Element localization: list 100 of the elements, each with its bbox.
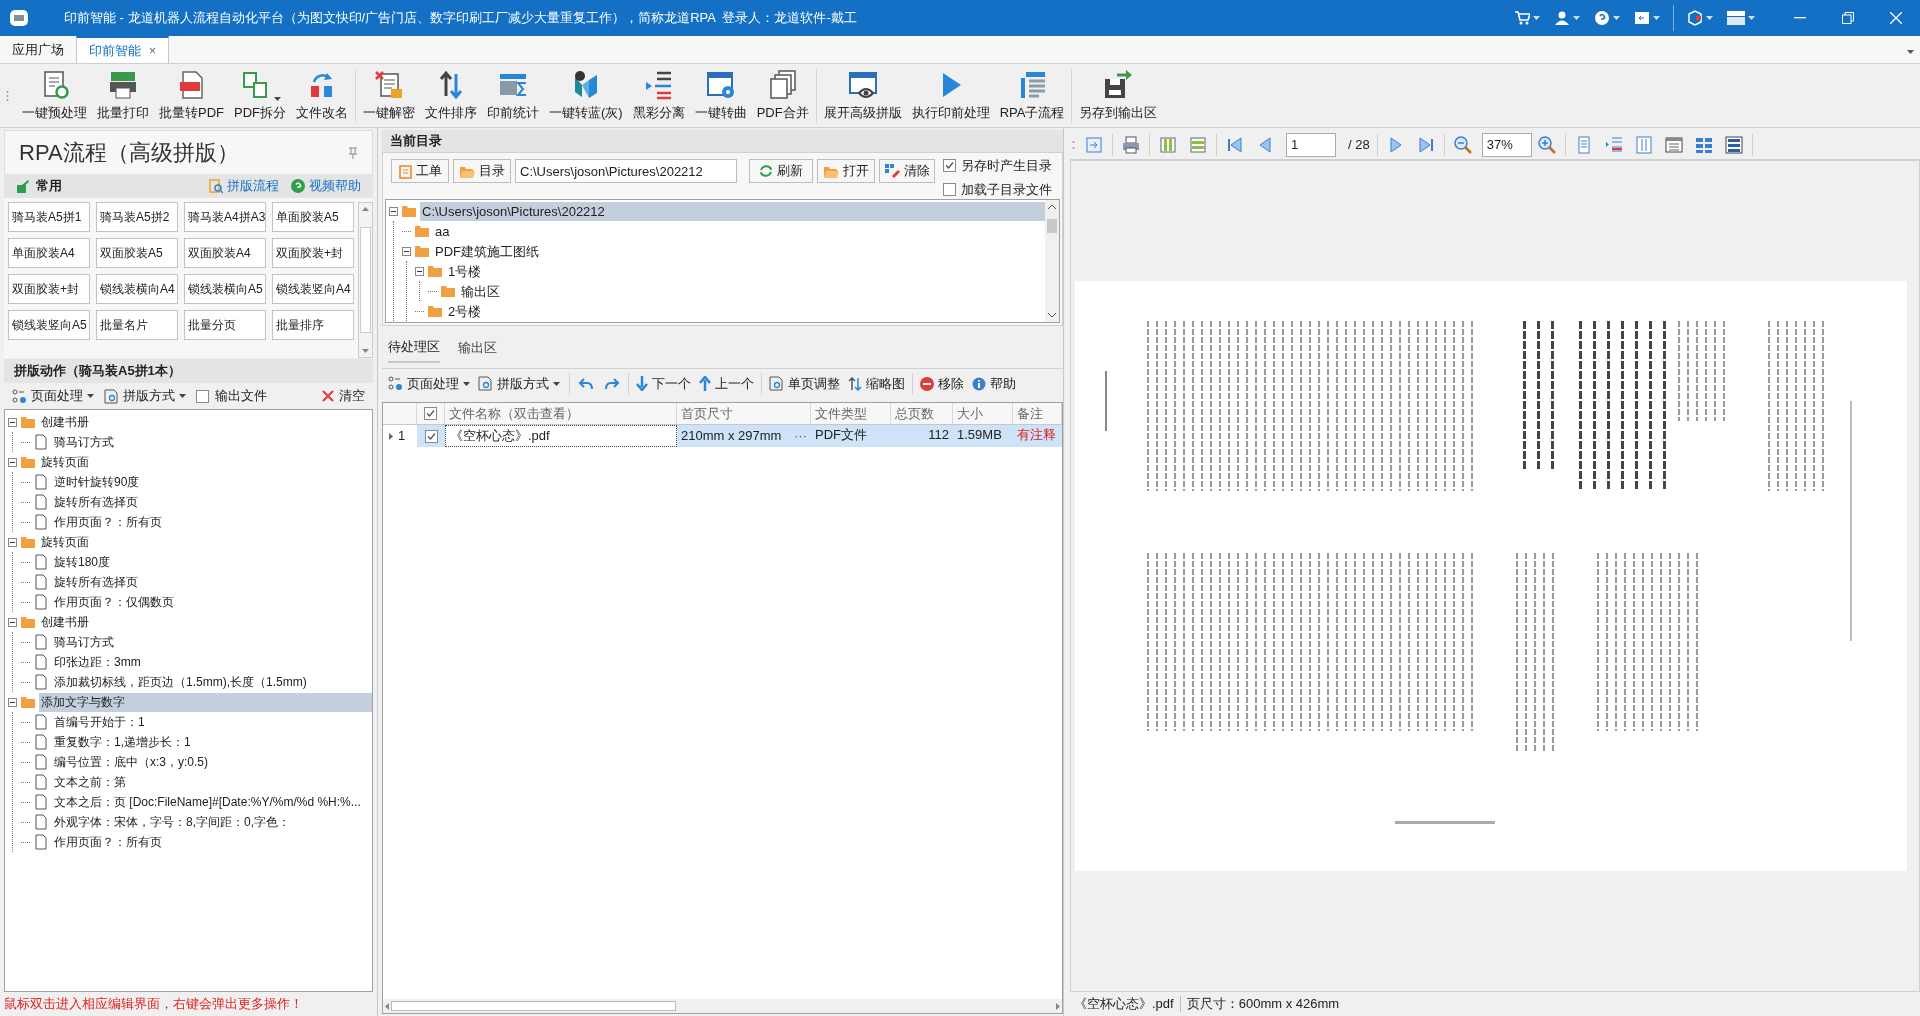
collapse-toggle[interactable] <box>402 246 411 256</box>
preset-button[interactable]: 锁线装竖向A5 <box>8 310 90 340</box>
preset-button[interactable]: 单面胶装A5 <box>272 202 354 232</box>
checkbox[interactable] <box>196 389 209 403</box>
tree-item[interactable]: aa <box>433 221 452 241</box>
preset-button[interactable]: 锁线装横向A5 <box>184 274 266 304</box>
skin-menu[interactable] <box>1727 11 1755 25</box>
window-menu[interactable] <box>1634 10 1660 26</box>
preset-button[interactable]: 骑马装A4拼A3 <box>184 202 266 232</box>
file-row[interactable]: 1 《空杯心态》.pdf 210mm x 297mm ··· PDF文件 112 1.59MB 有注释 <box>383 425 1062 447</box>
path-field[interactable]: C:\Users\joson\Pictures\202212 <box>515 159 737 183</box>
help-menu[interactable] <box>1594 10 1620 26</box>
ribbon-button[interactable]: 一键转蓝(灰) <box>544 65 628 126</box>
scroll-down-icon[interactable] <box>362 349 369 353</box>
ribbon-button[interactable]: 一键转曲 <box>689 65 752 126</box>
page-processing-menu[interactable]: 页面处理 <box>12 386 94 406</box>
tree-item[interactable]: C:\Users\joson\Pictures\202212 <box>420 201 1045 221</box>
scroll-right-icon[interactable] <box>1056 1002 1060 1010</box>
ribbon-button[interactable]: 一键解密 <box>358 65 420 126</box>
area-tab[interactable]: 待处理区 <box>388 333 440 363</box>
tree-item[interactable]: 添加裁切标线，距页边（1.5mm),长度（1.5mm) <box>52 672 309 692</box>
column-header[interactable]: 文件类型 <box>811 403 891 424</box>
ribbon-button[interactable]: 印前统计 <box>482 65 544 126</box>
ribbon-button[interactable]: 文件排序 <box>420 65 482 126</box>
scroll-up-icon[interactable] <box>1048 204 1056 209</box>
tree-item[interactable]: 逆时针旋转90度 <box>52 472 142 492</box>
tree-item[interactable]: 文本之后：页 [Doc:FileName]#[Date:%Y/%m/%d %H:%... <box>52 792 363 812</box>
tree-item[interactable]: 旋转页面 <box>39 532 91 552</box>
more-button[interactable]: ··· <box>790 426 811 446</box>
tree-item[interactable]: 重复数字：1,递增步长：1 <box>52 732 193 752</box>
column-header[interactable]: 备注 <box>1013 403 1062 424</box>
clear-button[interactable]: 清除 <box>879 159 935 183</box>
refresh-button[interactable]: 刷新 <box>749 159 813 183</box>
close-tab-button[interactable]: × <box>149 41 156 60</box>
preset-button[interactable]: 骑马装A5拼1 <box>8 202 90 232</box>
tree-item[interactable]: 创建书册 <box>39 612 91 632</box>
scrollbar[interactable] <box>358 202 373 358</box>
collapse-toggle[interactable] <box>8 617 17 627</box>
checkbox[interactable] <box>424 429 438 443</box>
preset-button[interactable]: 双面胶装+封 <box>8 274 90 304</box>
preset-button[interactable]: 锁线装竖向A4 <box>272 274 354 304</box>
tree-item[interactable]: 文本之前：第 <box>52 772 128 792</box>
remove-button[interactable]: 移除 <box>916 373 968 394</box>
user-menu[interactable] <box>1554 10 1580 26</box>
layout-flow-link[interactable]: 拼版流程 <box>209 176 279 196</box>
tree-item[interactable]: PDF建筑施工图纸 <box>433 241 541 261</box>
ribbon-button[interactable]: 批量转PDF <box>154 65 229 126</box>
collapse-toggle[interactable] <box>8 417 17 427</box>
preset-button[interactable]: 双面胶装A5 <box>96 238 178 268</box>
ribbon-button[interactable]: 一键预处理 <box>17 65 92 126</box>
preset-button[interactable]: 批量名片 <box>96 310 178 340</box>
preset-button[interactable]: 双面胶装A4 <box>184 238 266 268</box>
cart-menu[interactable] <box>1514 10 1540 26</box>
tree-item[interactable]: 首编号开始于：1 <box>52 712 147 732</box>
open-button[interactable]: 打开 <box>817 159 875 183</box>
collapse-toggle[interactable] <box>415 266 424 276</box>
plugin-menu[interactable] <box>1687 10 1713 26</box>
page-number-field[interactable]: 1 <box>1286 132 1336 157</box>
zoom-field[interactable]: 37% <box>1481 132 1532 157</box>
scrollbar-thumb[interactable] <box>360 227 371 333</box>
previous-button[interactable]: 上一个 <box>695 373 758 394</box>
column-header[interactable]: 总页数 <box>891 403 953 424</box>
horizontal-scrollbar[interactable] <box>383 999 1062 1013</box>
tree-item[interactable]: 作用页面？：所有页 <box>52 832 164 852</box>
tree-item[interactable]: 骑马订方式 <box>52 632 116 652</box>
app-tab[interactable]: 应用广场 <box>0 36 76 63</box>
checkbox[interactable] <box>424 407 437 420</box>
preset-button[interactable]: 双面胶装+封 <box>272 238 354 268</box>
work-order-button[interactable]: 工单 <box>391 159 449 183</box>
scrollbar-thumb[interactable] <box>1047 219 1057 233</box>
ribbon-button[interactable]: 执行印前处理 <box>906 65 995 126</box>
tree-item[interactable]: 1号楼 <box>446 261 484 281</box>
tree-item[interactable]: 编号位置：底中（x:3，y:0.5) <box>52 752 211 772</box>
tree-item[interactable]: 作用页面？：所有页 <box>52 512 164 532</box>
tree-item[interactable]: 外观字体：宋体，字号：8,字间距：0,字色： <box>52 812 292 832</box>
thumbnails-button[interactable]: 缩略图 <box>844 373 909 394</box>
area-tab[interactable]: 输出区 <box>458 333 497 363</box>
tree-item[interactable]: 创建书册 <box>39 412 91 432</box>
ribbon-button[interactable]: 另存到输出区 <box>1074 65 1163 126</box>
tree-item[interactable]: 旋转所有选择页 <box>52 572 140 592</box>
preset-button[interactable]: 批量分页 <box>184 310 266 340</box>
column-header[interactable]: 文件名称（双击查看） <box>445 403 677 424</box>
scroll-up-icon[interactable] <box>362 207 369 211</box>
tree-item[interactable]: 旋转所有选择页 <box>52 492 140 512</box>
ribbon-button[interactable]: 批量打印 <box>92 65 154 126</box>
checkbox[interactable] <box>943 159 956 173</box>
page-processing-menu[interactable]: 页面处理 <box>386 373 472 394</box>
ribbon-button[interactable]: RPA子流程 <box>994 65 1070 126</box>
pin-icon[interactable] <box>348 146 358 159</box>
checkbox[interactable] <box>943 182 956 196</box>
ribbon-button[interactable]: PDF拆分 <box>229 65 291 126</box>
scroll-left-icon[interactable] <box>385 1002 389 1010</box>
ribbon-button[interactable]: 黑彩分离 <box>627 65 690 126</box>
collapse-toggle[interactable] <box>8 697 17 707</box>
tree-item[interactable]: 添加文字与数字 <box>39 692 372 712</box>
help-button[interactable]: 帮助 <box>968 373 1020 394</box>
scroll-down-icon[interactable] <box>1048 313 1056 318</box>
tree-item[interactable]: 作用页面？：仅偶数页 <box>52 592 176 612</box>
preset-button[interactable]: 骑马装A5拼2 <box>96 202 178 232</box>
layout-mode-menu[interactable]: 拼版方式 <box>104 386 186 406</box>
